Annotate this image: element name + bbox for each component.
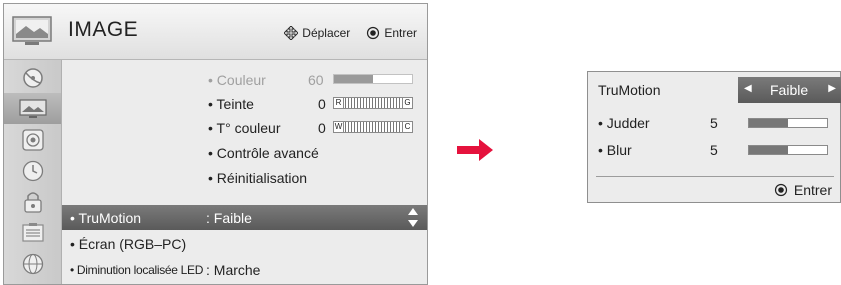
speaker-icon bbox=[21, 128, 44, 151]
tv-picture-icon bbox=[12, 16, 52, 45]
judder-slider[interactable] bbox=[748, 118, 828, 128]
menu-row-temperature-couleur[interactable]: • T° couleur 0 W C bbox=[62, 115, 427, 140]
menu-title: IMAGE bbox=[68, 18, 139, 41]
temperature-couleur-slider[interactable]: W C bbox=[333, 121, 413, 133]
sidebar-item-audio[interactable] bbox=[4, 124, 61, 155]
menu-header: IMAGE Déplacer Entrer bbox=[4, 4, 427, 60]
couleur-slider[interactable] bbox=[333, 74, 413, 84]
menu-row-couleur[interactable]: • Couleur 60 bbox=[62, 67, 427, 92]
satellite-dish-icon bbox=[22, 67, 43, 88]
network-icon bbox=[22, 253, 43, 274]
teinte-slider[interactable]: R G bbox=[333, 97, 413, 109]
move-arrows-icon bbox=[284, 26, 299, 40]
picture-icon bbox=[18, 98, 47, 118]
arrow-right-icon[interactable]: ▶ bbox=[828, 83, 836, 94]
menu-row-controle-avance[interactable]: • Contrôle avancé bbox=[62, 140, 427, 165]
sidebar-item-network[interactable] bbox=[4, 248, 61, 279]
ecran-label: • Écran (RGB–PC) bbox=[70, 235, 187, 252]
diminution-led-value: : Marche bbox=[206, 261, 261, 278]
judder-value: 5 bbox=[710, 115, 718, 131]
enter-hint-label: Entrer bbox=[384, 26, 417, 40]
trumotion-title: TruMotion bbox=[598, 82, 661, 98]
enter-button[interactable]: Entrer bbox=[774, 182, 832, 198]
image-menu: IMAGE Déplacer Entrer • Couleur 60 • Tei… bbox=[3, 3, 428, 285]
trumotion-panel: TruMotion ◀ Faible ▶ • Judder 5 • Blur 5… bbox=[587, 71, 841, 203]
clock-icon bbox=[22, 160, 43, 181]
arrow-left-icon[interactable]: ◀ bbox=[744, 83, 752, 94]
menu-body: • Couleur 60 • Teinte 0 R G • T° couleur… bbox=[62, 60, 427, 284]
temperature-couleur-value: 0 bbox=[318, 119, 326, 136]
right-arrow-icon bbox=[457, 139, 493, 161]
enter-label: Entrer bbox=[793, 182, 832, 198]
header-hints: Déplacer Entrer bbox=[284, 26, 417, 40]
teinte-label: • Teinte bbox=[208, 95, 254, 112]
judder-label: • Judder bbox=[598, 115, 650, 131]
up-down-arrows-icon bbox=[408, 208, 418, 227]
option-icon bbox=[21, 222, 44, 242]
panel-divider bbox=[596, 176, 834, 177]
blur-value: 5 bbox=[710, 142, 718, 158]
trumotion-value: : Faible bbox=[206, 209, 252, 226]
trumotion-mode-value: Faible bbox=[770, 82, 809, 98]
menu-row-reinitialisation[interactable]: • Réinitialisation bbox=[62, 165, 427, 190]
trumotion-mode-selector[interactable]: ◀ Faible ▶ bbox=[738, 77, 841, 103]
teinte-value: 0 bbox=[318, 95, 326, 112]
controle-avance-label: • Contrôle avancé bbox=[208, 144, 319, 161]
menu-row-diminution-led[interactable]: • Diminution localisée LED : Marche bbox=[62, 257, 427, 282]
trumotion-label: • TruMotion bbox=[70, 209, 142, 226]
lock-icon bbox=[23, 191, 42, 213]
blur-label: • Blur bbox=[598, 142, 632, 158]
menu-row-ecran[interactable]: • Écran (RGB–PC) bbox=[62, 231, 427, 256]
menu-sidebar bbox=[4, 60, 62, 284]
sidebar-item-lock[interactable] bbox=[4, 186, 61, 217]
temperature-couleur-label: • T° couleur bbox=[208, 119, 281, 136]
move-hint-label: Déplacer bbox=[302, 26, 351, 40]
couleur-value: 60 bbox=[308, 71, 324, 88]
diminution-led-label: • Diminution localisée LED bbox=[70, 262, 204, 277]
teinte-right-label: G bbox=[402, 98, 412, 108]
sidebar-item-channels[interactable] bbox=[4, 62, 61, 93]
menu-row-teinte[interactable]: • Teinte 0 R G bbox=[62, 91, 427, 116]
reinitialisation-label: • Réinitialisation bbox=[208, 169, 308, 186]
judder-row[interactable]: • Judder 5 bbox=[588, 110, 841, 136]
temperature-right-label: C bbox=[402, 122, 412, 132]
couleur-label: • Couleur bbox=[208, 71, 266, 88]
blur-slider[interactable] bbox=[748, 145, 828, 155]
sidebar-item-picture[interactable] bbox=[4, 93, 61, 124]
sidebar-item-time[interactable] bbox=[4, 155, 61, 186]
blur-row[interactable]: • Blur 5 bbox=[588, 137, 841, 163]
enter-button-icon bbox=[774, 183, 787, 197]
menu-row-trumotion[interactable]: • TruMotion : Faible bbox=[62, 205, 427, 230]
sidebar-item-option[interactable] bbox=[4, 217, 61, 248]
temperature-left-label: W bbox=[334, 122, 344, 132]
enter-button-icon bbox=[367, 26, 380, 40]
teinte-left-label: R bbox=[334, 98, 344, 108]
